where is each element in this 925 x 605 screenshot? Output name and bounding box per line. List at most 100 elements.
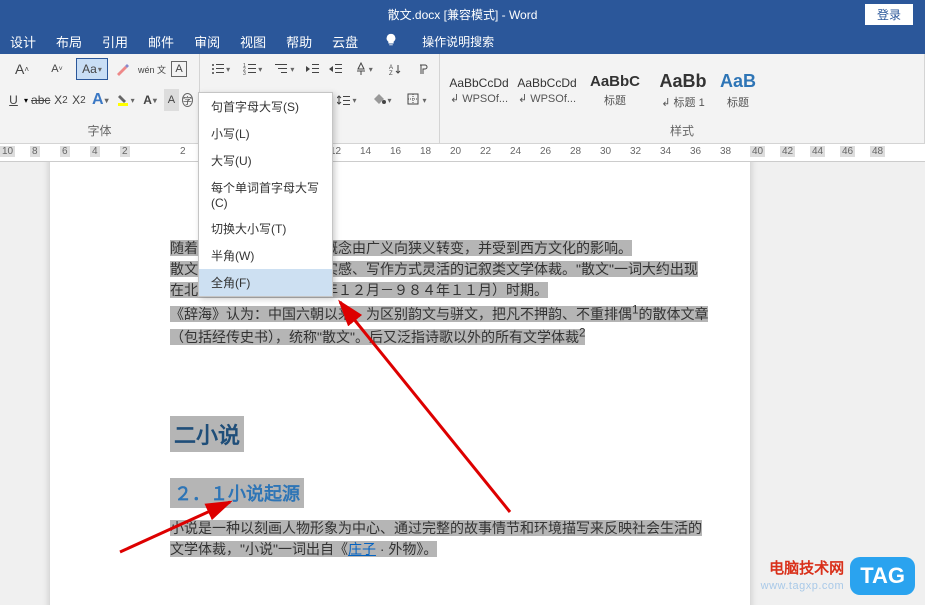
highlight-button[interactable]: ▾ [114,89,136,111]
ruler-tick: 14 [360,146,371,157]
enclosed-char-button[interactable]: 字 [182,93,193,107]
underline-button[interactable]: U [6,89,21,111]
ruler-tick: 2 [120,146,130,157]
ribbon-tabs: 设计 布局 引用 邮件 审阅 视图 帮助 云盘 操作说明搜索 [0,28,925,54]
lightbulb-icon [384,33,398,50]
ruler-tick: 2 [180,146,186,157]
link-zhuangzi[interactable]: 庄子 [348,541,376,557]
tab-review[interactable]: 审阅 [194,32,220,51]
watermark: 电脑技术网 www.tagxp.com TAG [761,557,915,595]
ruler[interactable]: 1086422468101214161820222426283032343638… [0,144,925,162]
ruler-tick: 34 [660,146,671,157]
asian-layout-button[interactable]: ▾ [349,58,378,80]
tab-help[interactable]: 帮助 [286,32,312,51]
styles-group-label: 样式 [446,120,918,141]
window-title: 散文.docx [兼容模式] - Word [388,6,538,23]
sort-button[interactable]: AZ [381,58,410,80]
phonetic-button[interactable]: wén 文 [136,58,168,80]
chevron-down-icon[interactable]: ▾ [24,96,28,105]
font-color-button[interactable]: A▾ [139,89,161,111]
document-area: 一.三的发展 随着时代的发展，散文的概念由广义向狭义转变，并受到西方文化的影响。… [0,162,925,605]
show-marks-button[interactable] [413,58,433,80]
ruler-tick: 16 [390,146,401,157]
tab-layout[interactable]: 布局 [56,32,82,51]
shrink-font-button[interactable]: A˅ [41,58,73,80]
ruler-tick: 24 [510,146,521,157]
menu-titlecase[interactable]: 每个单词首字母大写(C) [199,174,332,215]
login-button[interactable]: 登录 [865,4,913,25]
multilevel-button[interactable]: ▾ [270,58,299,80]
page: 一.三的发展 随着时代的发展，散文的概念由广义向狭义转变，并受到西方文化的影响。… [50,162,750,605]
menu-togglecase[interactable]: 切换大小写(T) [199,215,332,242]
titlebar: 散文.docx [兼容模式] - Word 登录 [0,0,925,28]
style-title[interactable]: AaBbC标题 [582,63,648,117]
menu-halfwidth[interactable]: 半角(W) [199,242,332,269]
tab-design[interactable]: 设计 [10,32,36,51]
menu-fullwidth[interactable]: 全角(F) [199,269,332,296]
svg-text:Z: Z [389,71,393,75]
heading-novel-origin: ２．１小说起源 [170,478,304,508]
styles-group: AaBbCcDd↲ WPSOf... AaBbCcDd↲ WPSOf... Aa… [440,54,925,143]
tab-view[interactable]: 视图 [240,32,266,51]
clear-format-button[interactable] [111,58,133,80]
ruler-tick: 32 [630,146,641,157]
watermark-title: 电脑技术网 [761,559,845,579]
ruler-tick: 8 [30,146,40,157]
chevron-down-icon: ▾ [98,65,102,74]
ruler-tick: 48 [870,146,885,157]
ruler-tick: 20 [450,146,461,157]
heading-novel: 二小说 [170,416,244,452]
ruler-tick: 22 [480,146,491,157]
tab-cloud[interactable]: 云盘 [332,32,358,51]
style-heading2[interactable]: AaB标题 [718,63,758,117]
text-effects-button[interactable]: A▾ [89,89,111,111]
style-heading1[interactable]: AaBb↲ 标题 1 [650,63,716,117]
grow-font-button[interactable]: A˄ [6,58,38,80]
ruler-tick: 40 [750,146,765,157]
style-wps1[interactable]: AaBbCcDd↲ WPSOf... [446,63,512,117]
strikethrough-button[interactable]: abc [31,89,50,111]
bullets-button[interactable]: ▾ [206,58,235,80]
ruler-tick: 28 [570,146,581,157]
para-3: 《辞海》认为：中国六朝以来，为区别韵文与骈文，把凡不押韵、不重排偶1的散体文章（… [170,301,710,348]
tell-me-search[interactable]: 操作说明搜索 [422,33,494,50]
decrease-indent-button[interactable] [303,58,323,80]
svg-text:3: 3 [243,71,246,75]
subscript-button[interactable]: X2 [53,89,68,111]
ruler-tick: 4 [90,146,100,157]
style-wps2[interactable]: AaBbCcDd↲ WPSOf... [514,63,580,117]
ruler-tick: 38 [720,146,731,157]
ribbon: A˄ A˅ Aa▾ wén 文 A U▾ abc X2 X2 A▾ ▾ A▾ A… [0,54,925,144]
increase-indent-button[interactable] [326,58,346,80]
font-group: A˄ A˅ Aa▾ wén 文 A U▾ abc X2 X2 A▾ ▾ A▾ A… [0,54,200,143]
ruler-tick: 36 [690,146,701,157]
numbering-button[interactable]: 123▾ [238,58,267,80]
font-group-label: 字体 [6,120,193,141]
shading-button[interactable]: ▾ [366,89,398,111]
ruler-tick: 18 [420,146,431,157]
change-case-menu: 句首字母大写(S) 小写(L) 大写(U) 每个单词首字母大写(C) 切换大小写… [198,92,333,297]
tab-mailings[interactable]: 邮件 [148,32,174,51]
line-spacing-button[interactable]: ▾ [331,89,363,111]
ruler-tick: 46 [840,146,855,157]
watermark-url: www.tagxp.com [761,579,845,593]
char-shading-button[interactable]: A [164,89,179,111]
tab-references[interactable]: 引用 [102,32,128,51]
para-4: 小说是一种以刻画人物形象为中心、通过完整的故事情节和环境描写来反映社会生活的文学… [170,518,710,560]
menu-sentence-case[interactable]: 句首字母大写(S) [199,93,332,120]
footnote-ref-2: 2 [579,327,585,340]
watermark-tag: TAG [850,557,915,595]
ruler-tick: 42 [780,146,795,157]
menu-lowercase[interactable]: 小写(L) [199,120,332,147]
change-case-button[interactable]: Aa▾ [76,58,108,80]
styles-gallery: AaBbCcDd↲ WPSOf... AaBbCcDd↲ WPSOf... Aa… [446,58,918,118]
char-border-button[interactable]: A [171,61,187,77]
menu-uppercase[interactable]: 大写(U) [199,147,332,174]
ruler-tick: 10 [0,146,15,157]
ruler-tick: 44 [810,146,825,157]
borders-button[interactable]: ▾ [401,89,433,111]
ruler-tick: 30 [600,146,611,157]
ruler-tick: 26 [540,146,551,157]
superscript-button[interactable]: X2 [71,89,86,111]
ruler-tick: 6 [60,146,70,157]
